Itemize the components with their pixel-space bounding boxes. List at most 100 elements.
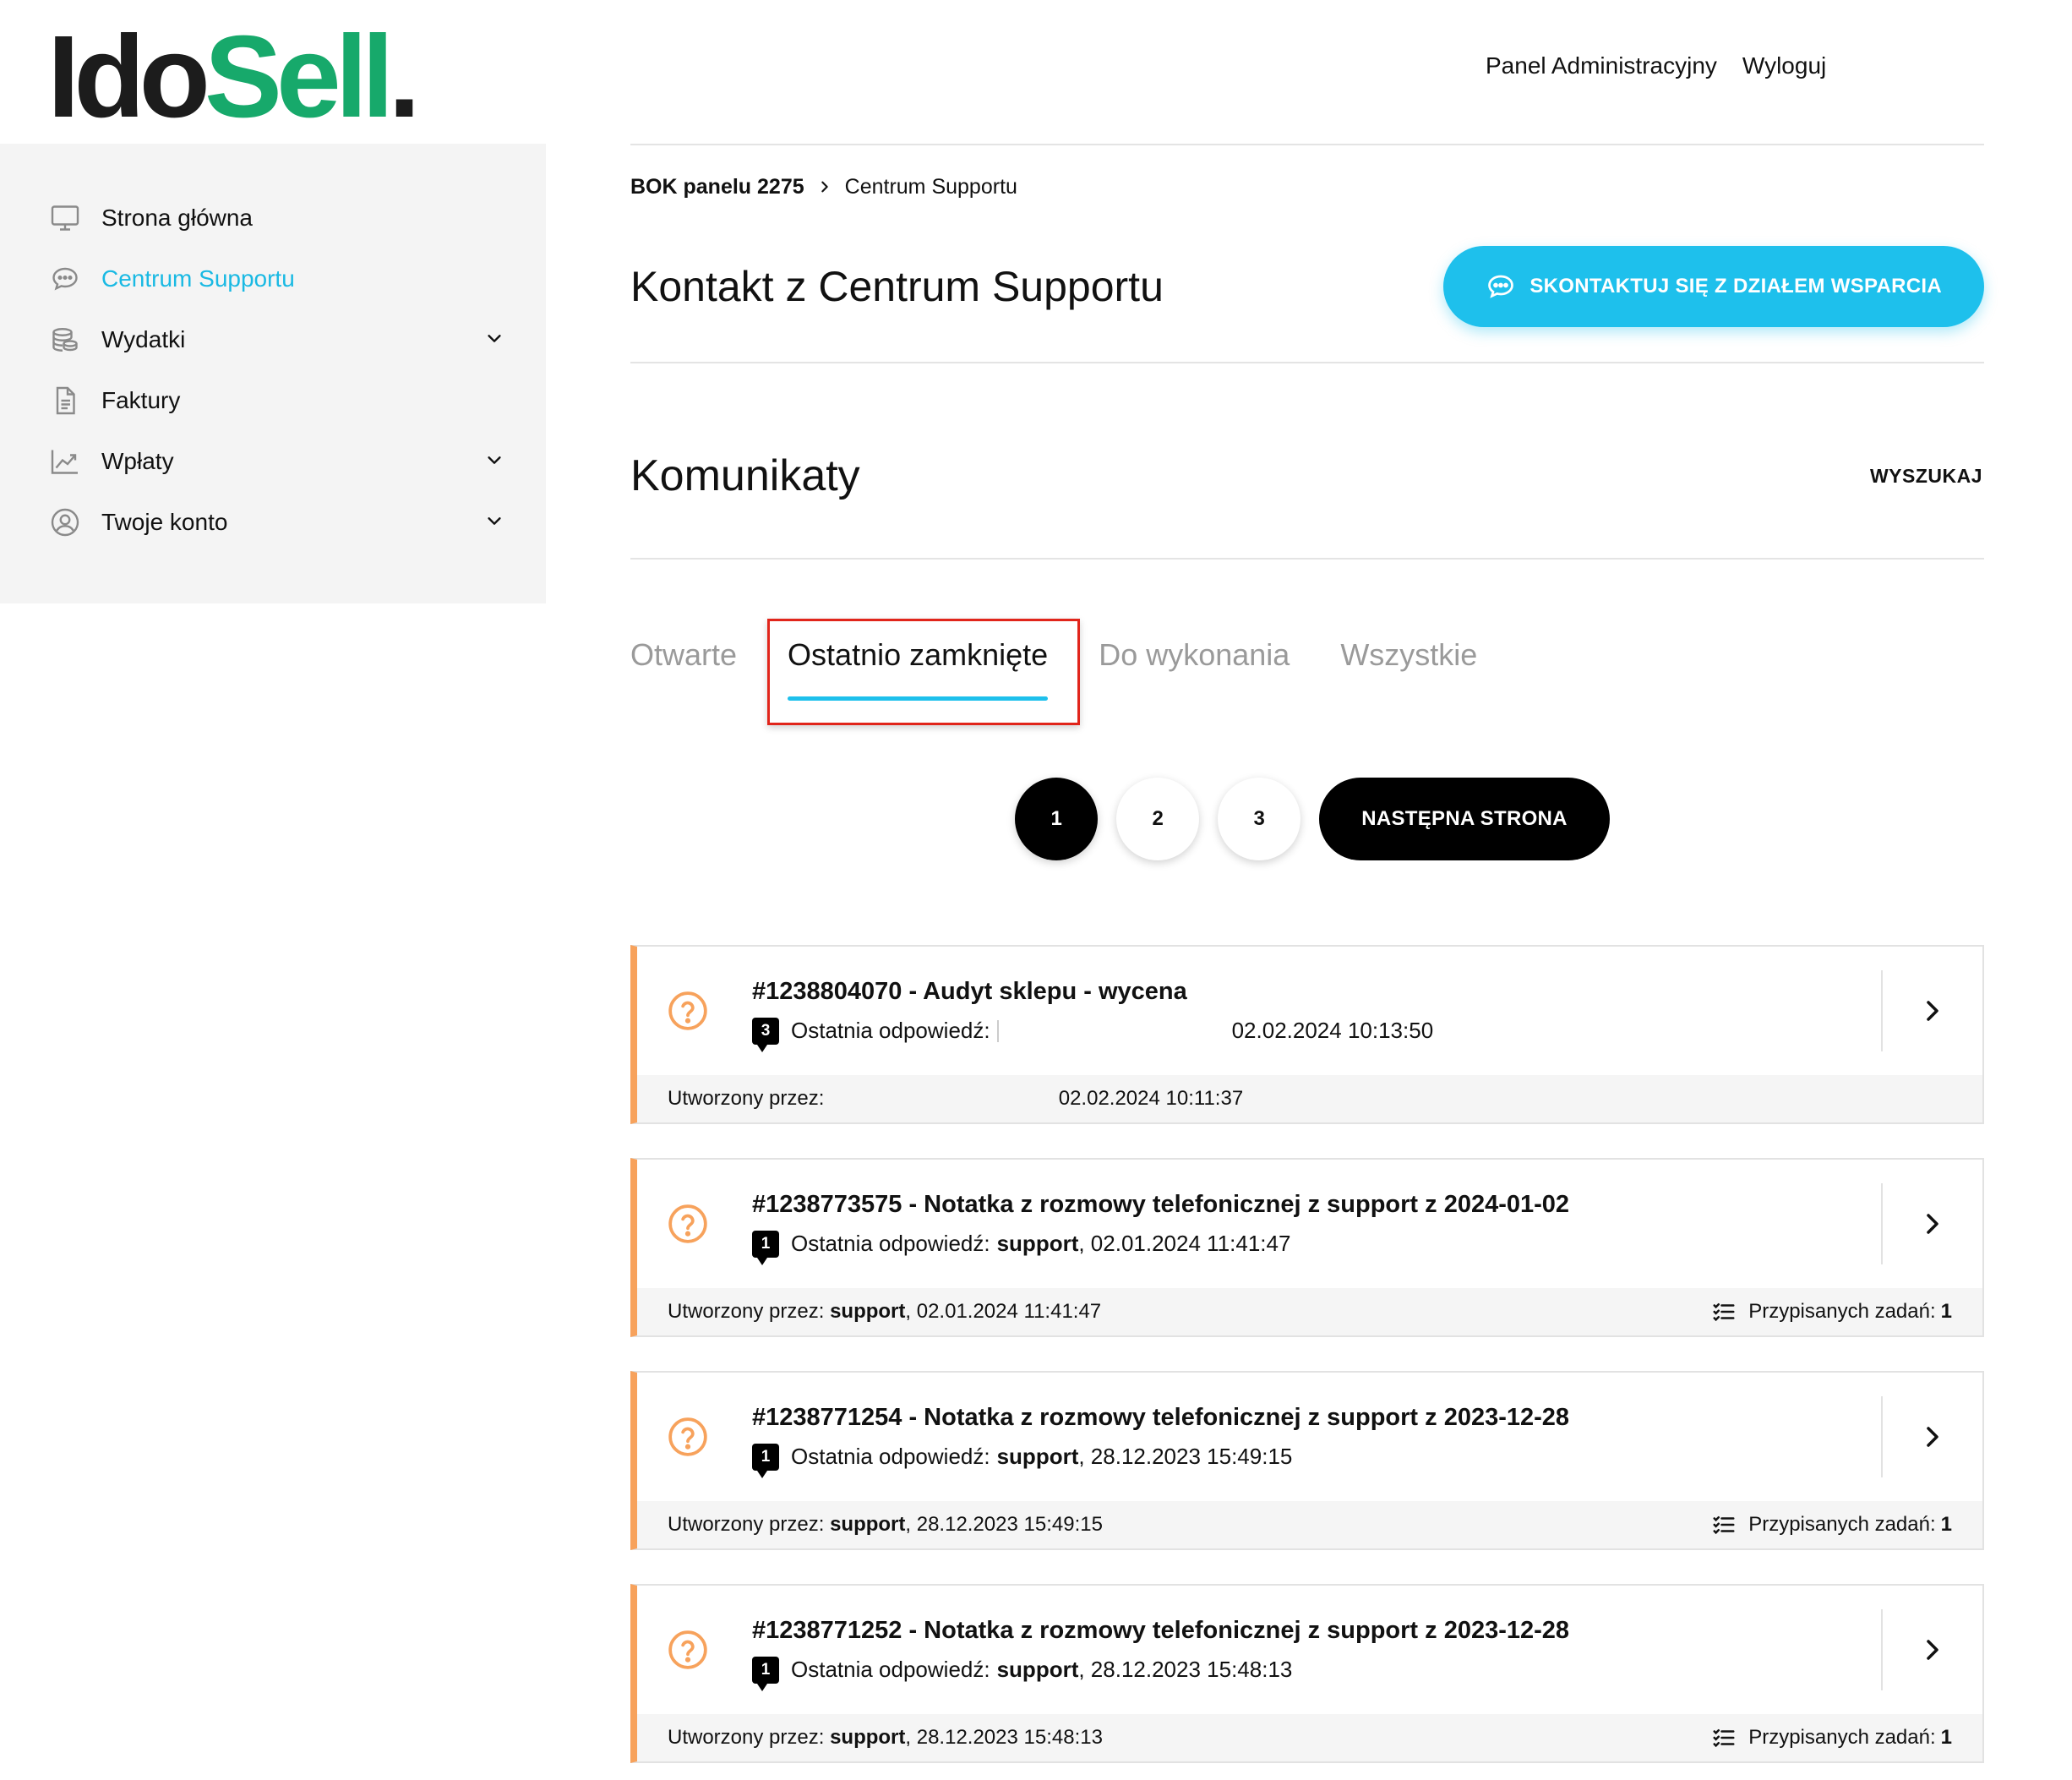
- sidebar-item-expenses[interactable]: Wydatki: [0, 309, 546, 370]
- reply-author: support: [996, 1444, 1079, 1469]
- ticket-title[interactable]: #1238771254 - Notatka z rozmowy telefoni…: [752, 1404, 1881, 1432]
- ticket-created: Utworzony przez: support, 28.12.2023 15:…: [668, 1726, 1103, 1750]
- ticket-created: Utworzony przez: support, 02.01.2024 11:…: [668, 1300, 1101, 1324]
- search-button[interactable]: WYSZUKAJ: [1870, 465, 1982, 488]
- message-tabs: Otwarte Ostatnio zamknięte Do wykonania …: [630, 588, 1984, 725]
- idosell-logo[interactable]: IdoSell.: [47, 19, 421, 135]
- sidebar-item-invoices[interactable]: Faktury: [0, 370, 546, 431]
- ticket-last-reply: 1 Ostatnia odpowiedź: support, 02.01.202…: [752, 1230, 1881, 1265]
- ticket-open-button[interactable]: [1881, 970, 1982, 1051]
- page-button-3[interactable]: 3: [1218, 778, 1301, 860]
- page-button-2[interactable]: 2: [1116, 778, 1200, 860]
- ticket-footer: Utworzony przez: 02.02.2024 10:11:37: [637, 1075, 1982, 1122]
- assigned-tasks: Przypisanych zadań: 1: [1711, 1725, 1952, 1750]
- ticket-body: #1238804070 - Audyt sklepu - wycena 3 Os…: [739, 978, 1881, 1052]
- ticket-header: #1238771254 - Notatka z rozmowy telefoni…: [637, 1373, 1982, 1501]
- ticket-item[interactable]: #1238771252 - Notatka z rozmowy telefoni…: [630, 1584, 1984, 1763]
- sidebar-item-support-center[interactable]: Centrum Supportu: [0, 248, 546, 309]
- ticket-header: #1238771252 - Notatka z rozmowy telefoni…: [637, 1586, 1982, 1714]
- reply-label: Ostatnia odpowiedź:: [791, 1018, 990, 1043]
- admin-panel-link[interactable]: Panel Administracyjny: [1486, 52, 1717, 79]
- chevron-down-icon[interactable]: [485, 448, 504, 475]
- pagination: 1 2 3 NASTĘPNA STRONA: [641, 778, 1984, 860]
- question-icon: [637, 1629, 739, 1671]
- page-title: Kontakt z Centrum Supportu: [630, 263, 1164, 310]
- assigned-tasks: Przypisanych zadań: 1: [1711, 1299, 1952, 1324]
- ticket-item[interactable]: #1238773575 - Notatka z rozmowy telefoni…: [630, 1158, 1984, 1337]
- sidebar: Strona główna Centrum Supportu Wydatki F…: [0, 144, 546, 603]
- sidebar-item-payments[interactable]: Wpłaty: [0, 431, 546, 492]
- ticket-item[interactable]: #1238771254 - Notatka z rozmowy telefoni…: [630, 1371, 1984, 1550]
- tab-open[interactable]: Otwarte: [630, 588, 737, 691]
- ticket-footer: Utworzony przez: support, 02.01.2024 11:…: [637, 1288, 1982, 1335]
- ticket-title[interactable]: #1238804070 - Audyt sklepu - wycena: [752, 978, 1881, 1006]
- ticket-header: #1238804070 - Audyt sklepu - wycena 3 Os…: [637, 947, 1982, 1075]
- ticket-header: #1238773575 - Notatka z rozmowy telefoni…: [637, 1160, 1982, 1288]
- question-icon: [637, 1203, 739, 1245]
- tasks-label: Przypisanych zadań:: [1748, 1726, 1936, 1749]
- tasks-count: 1: [1940, 1513, 1952, 1536]
- created-label: Utworzony przez:: [668, 1087, 825, 1110]
- ticket-open-button[interactable]: [1881, 1183, 1982, 1264]
- ticket-title[interactable]: #1238771252 - Notatka z rozmowy telefoni…: [752, 1617, 1881, 1645]
- created-date: , 02.01.2024 11:41:47: [905, 1300, 1102, 1323]
- ticket-body: #1238771254 - Notatka z rozmowy telefoni…: [739, 1404, 1881, 1478]
- chevron-down-icon[interactable]: [485, 509, 504, 536]
- reply-author: support: [996, 1231, 1079, 1256]
- ticket-footer: Utworzony przez: support, 28.12.2023 15:…: [637, 1501, 1982, 1548]
- divider: [630, 362, 1984, 363]
- page-button-1[interactable]: 1: [1015, 778, 1099, 860]
- sidebar-item-home[interactable]: Strona główna: [0, 188, 546, 248]
- coins-icon: [47, 322, 83, 358]
- monitor-icon: [47, 200, 83, 236]
- user-icon: [47, 505, 83, 540]
- created-label: Utworzony przez:: [668, 1300, 825, 1323]
- contact-support-button[interactable]: SKONTAKTUJ SIĘ Z DZIAŁEM WSPARCIA: [1443, 246, 1984, 327]
- sidebar-item-label: Wydatki: [101, 326, 186, 352]
- question-icon: [637, 990, 739, 1032]
- chevron-right-icon: [818, 180, 832, 194]
- tab-all[interactable]: Wszystkie: [1340, 588, 1477, 691]
- sidebar-item-account[interactable]: Twoje konto: [0, 492, 546, 553]
- created-author: support: [830, 1300, 906, 1323]
- chevron-down-icon[interactable]: [485, 326, 504, 353]
- reply-date: 02.02.2024 10:13:50: [1231, 1018, 1434, 1043]
- ticket-item[interactable]: #1238804070 - Audyt sklepu - wycena 3 Os…: [630, 945, 1984, 1124]
- breadcrumb: BOK panelu 2275 Centrum Supportu: [630, 172, 1984, 201]
- chevron-right-icon: [1927, 1001, 1938, 1021]
- tab-to-do[interactable]: Do wykonania: [1099, 588, 1290, 691]
- tab-recently-closed[interactable]: Ostatnio zamknięte: [788, 588, 1049, 701]
- ticket-last-reply: 3 Ostatnia odpowiedź: 02.02.2024 10:13:5…: [752, 1017, 1881, 1052]
- breadcrumb-root[interactable]: BOK panelu 2275: [630, 175, 804, 199]
- created-author: support: [830, 1726, 906, 1749]
- task-list-icon: [1713, 1303, 1735, 1322]
- created-date: , 28.12.2023 15:49:15: [905, 1513, 1103, 1536]
- reply-count-badge: 1: [752, 1443, 779, 1478]
- ticket-created: Utworzony przez: 02.02.2024 10:11:37: [668, 1087, 1243, 1111]
- sidebar-item-label: Twoje konto: [101, 509, 228, 535]
- ticket-open-button[interactable]: [1881, 1396, 1982, 1477]
- chevron-right-icon: [1927, 1427, 1938, 1447]
- ticket-open-button[interactable]: [1881, 1609, 1982, 1690]
- divider: [630, 144, 1984, 145]
- sidebar-item-label: Strona główna: [101, 205, 254, 231]
- main-content: BOK panelu 2275 Centrum Supportu Kontakt…: [630, 144, 1984, 1780]
- assigned-tasks: Przypisanych zadań: 1: [1711, 1512, 1952, 1537]
- next-page-button[interactable]: NASTĘPNA STRONA: [1319, 778, 1610, 860]
- question-icon: [637, 1416, 739, 1458]
- chart-icon: [47, 444, 83, 479]
- divider: [630, 558, 1984, 560]
- title-row: Kontakt z Centrum Supportu SKONTAKTUJ SI…: [630, 245, 1984, 328]
- chat-icon: [47, 261, 83, 297]
- created-author: support: [830, 1513, 906, 1536]
- ticket-body: #1238773575 - Notatka z rozmowy telefoni…: [739, 1191, 1881, 1265]
- reply-label: Ostatnia odpowiedź:: [791, 1231, 990, 1256]
- logout-link[interactable]: Wyloguj: [1742, 52, 1826, 79]
- ticket-body: #1238771252 - Notatka z rozmowy telefoni…: [739, 1617, 1881, 1691]
- created-label: Utworzony przez:: [668, 1726, 825, 1749]
- created-date: 02.02.2024 10:11:37: [1058, 1087, 1244, 1110]
- reply-label: Ostatnia odpowiedź:: [791, 1657, 990, 1682]
- ticket-title[interactable]: #1238773575 - Notatka z rozmowy telefoni…: [752, 1191, 1881, 1219]
- ticket-created: Utworzony przez: support, 28.12.2023 15:…: [668, 1513, 1103, 1537]
- messages-title: Komunikaty: [630, 451, 860, 500]
